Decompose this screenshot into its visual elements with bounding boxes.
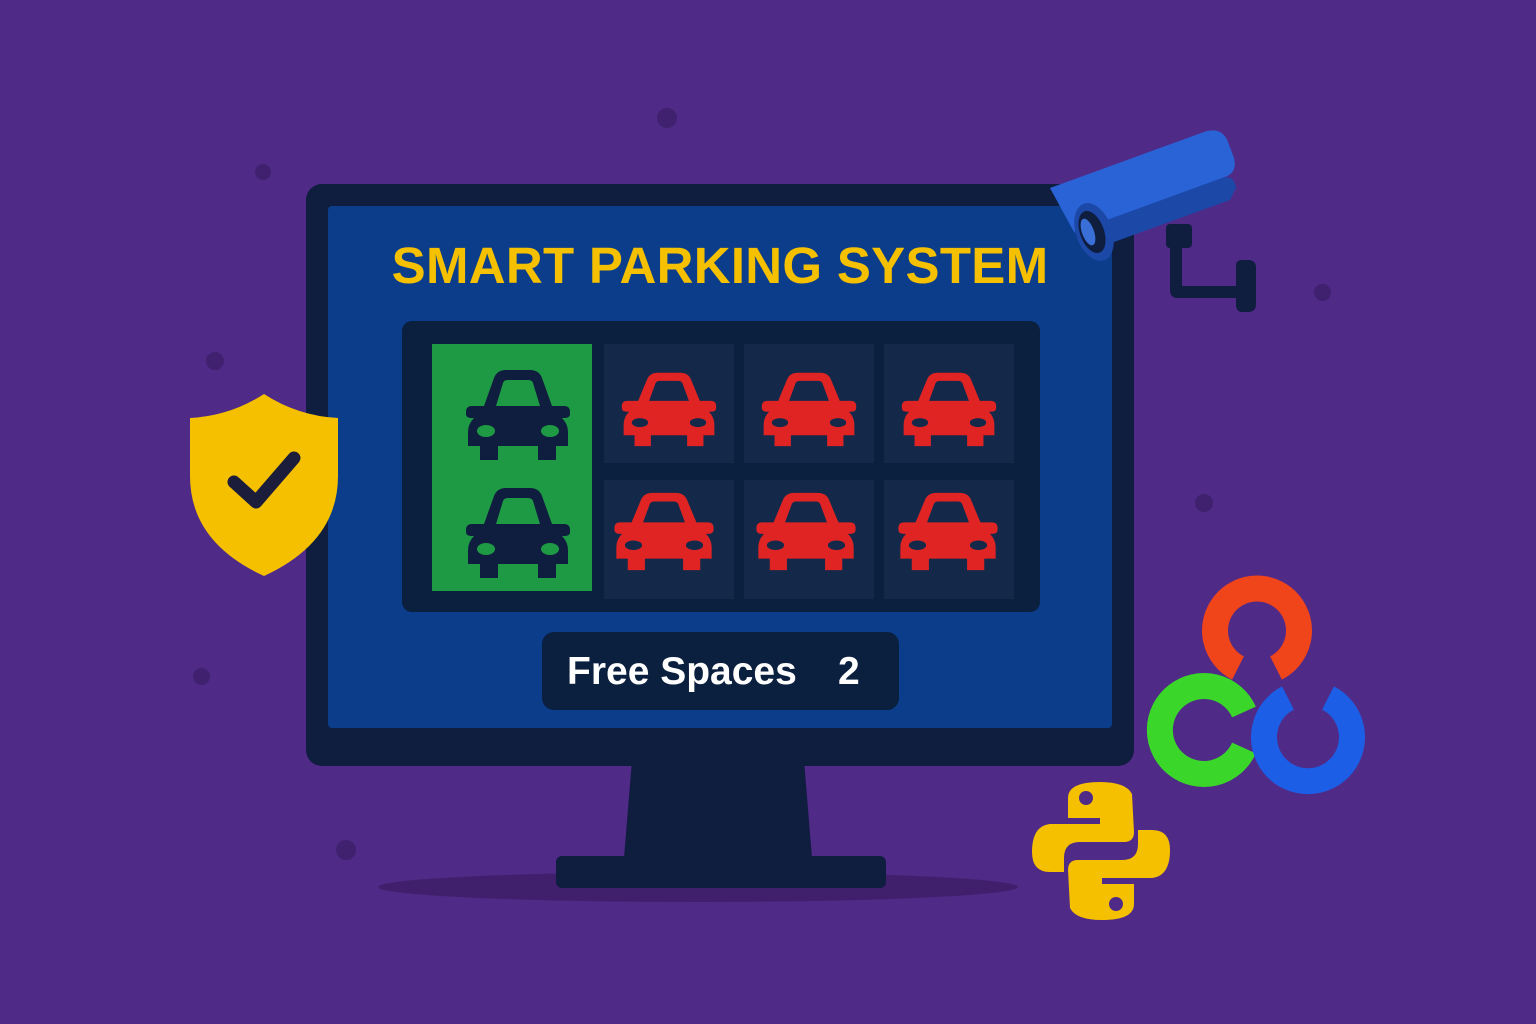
page-title: SMART PARKING SYSTEM	[391, 237, 1049, 294]
free-spaces-label: Free Spaces	[567, 650, 797, 693]
car-icon	[614, 492, 714, 571]
decor-dot	[255, 164, 271, 180]
decor-dot	[193, 668, 210, 685]
monitor-stand-base	[556, 856, 886, 888]
car-icon	[761, 372, 857, 447]
car-icon	[756, 492, 856, 571]
decor-dot	[657, 108, 677, 128]
opencv-logo-icon	[1146, 575, 1365, 795]
decor-dot	[1195, 494, 1213, 512]
car-icon	[466, 488, 570, 578]
free-spaces-value: 2	[838, 650, 860, 693]
car-icon	[901, 372, 997, 447]
security-camera-icon	[1050, 130, 1256, 312]
monitor-stand-neck	[624, 766, 812, 858]
python-logo-icon	[1032, 782, 1170, 920]
decor-dot	[336, 840, 356, 860]
car-icon	[898, 492, 998, 571]
decor-dot	[1314, 284, 1331, 301]
car-icon	[466, 370, 570, 460]
shield-check-icon	[190, 394, 338, 576]
car-icon	[621, 372, 717, 447]
decor-dot	[206, 352, 224, 370]
